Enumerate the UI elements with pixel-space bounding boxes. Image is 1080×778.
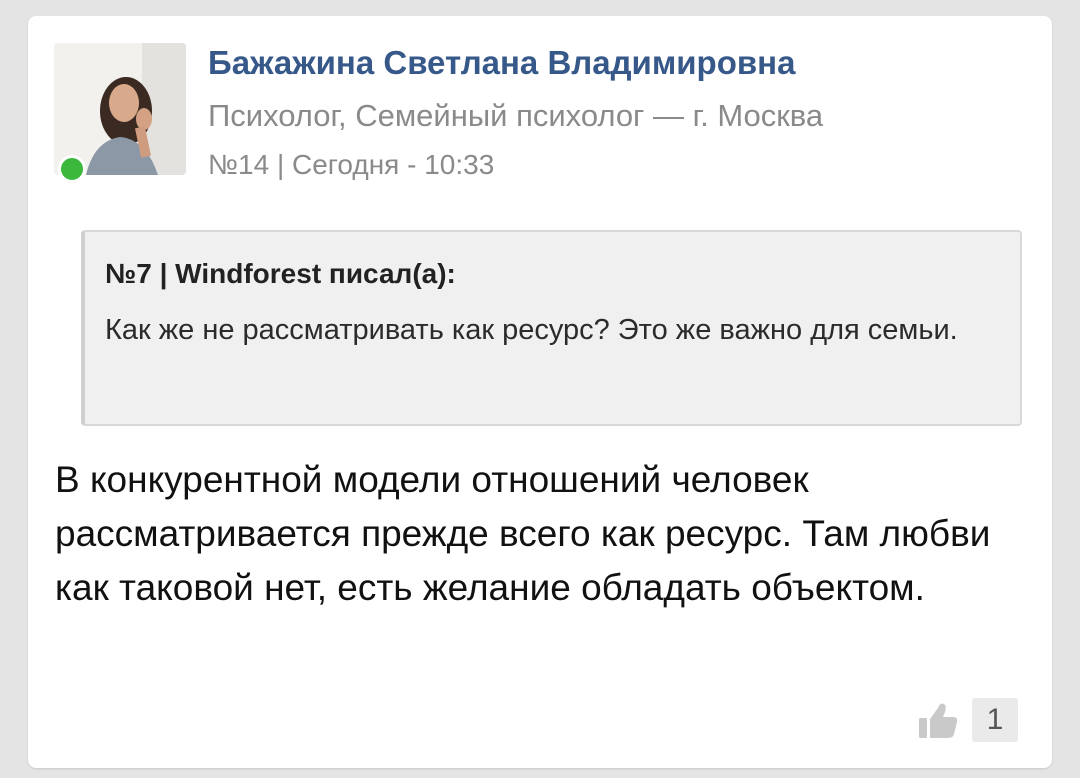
quote-text: Как же не рассматривать как ресурс? Это …	[105, 314, 958, 346]
post-card: Бажажина Светлана Владимировна Психолог,…	[28, 16, 1052, 768]
likes-section: 1	[916, 698, 1018, 742]
post-meta: №14 | Сегодня - 10:33	[208, 149, 495, 180]
author-role: Психолог, Семейный психолог — г. Москва	[208, 98, 824, 133]
online-status-indicator	[58, 155, 86, 183]
post-body-text: В конкурентной модели отношений человек …	[55, 459, 991, 608]
thumbs-up-icon[interactable]	[916, 698, 960, 742]
like-count[interactable]: 1	[972, 698, 1018, 742]
author-avatar-container[interactable]	[54, 43, 186, 183]
quote-header[interactable]: №7 | Windforest писал(а):	[105, 254, 998, 294]
quote-block: №7 | Windforest писал(а): Как же не расс…	[81, 230, 1022, 426]
author-name[interactable]: Бажажина Светлана Владимировна	[208, 43, 795, 83]
